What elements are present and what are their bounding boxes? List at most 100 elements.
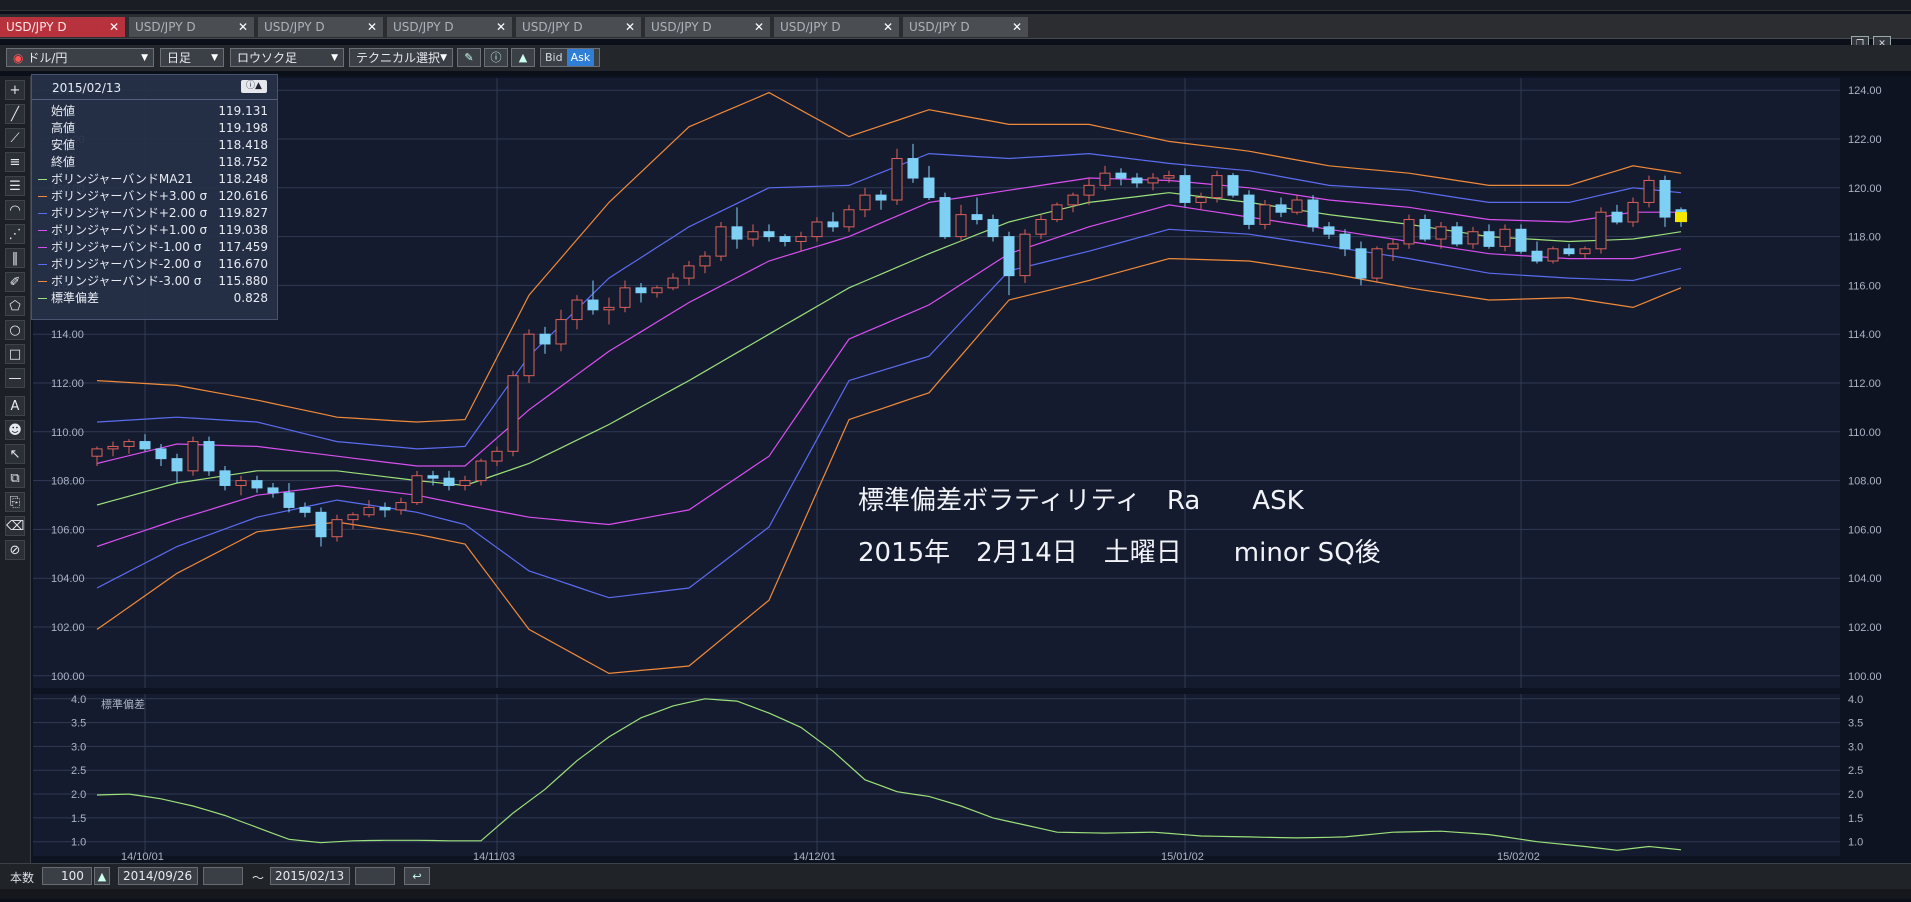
close-tab-icon[interactable]: ✕ [496,17,506,37]
arc-icon[interactable]: ◠ [5,200,25,220]
pencil-icon[interactable]: ✐ [5,272,25,292]
bid-ask-toggle[interactable]: Bid Ask [540,48,600,67]
chart-type-select[interactable]: ロウソク足 ▼ [230,48,344,67]
candle-body [1035,219,1047,235]
candle-body [1435,226,1447,240]
candle-body [1259,204,1271,225]
rectangle-icon[interactable]: □ [5,344,25,364]
chart-tab[interactable]: USD/JPY D ✕ [258,17,384,37]
return-icon[interactable]: ↩ [404,867,430,885]
data-window-date: 2015/02/13 [52,81,122,95]
chart-type-label: ロウソク足 [237,51,298,65]
info-toggle-icon[interactable]: ⓘ▲ [241,80,267,93]
candle-body [827,221,839,228]
chart-tab[interactable]: USD/JPY D ✕ [774,17,900,37]
chart-tab[interactable]: USD/JPY D ✕ [129,17,255,37]
fan-icon[interactable]: ⋰ [5,224,25,244]
data-window-row-value: 119.038 [218,223,268,237]
stddev-tick-label-left: 2.5 [71,765,86,777]
price-tick-label-left: 110.00 [51,427,84,439]
candle-body [1627,201,1639,223]
chart-tab[interactable]: USD/JPY D ✕ [516,17,642,37]
candle-body [811,221,823,238]
data-window-row-value: 119.198 [218,121,268,135]
series-swatch [38,230,47,231]
trendline-icon[interactable]: ╱ [5,104,25,124]
candle-body [1275,204,1287,213]
price-tick-label: 118.00 [1848,232,1881,244]
current-price-marker [1675,212,1687,223]
candle-body [315,511,327,538]
close-tab-icon[interactable]: ✕ [1012,17,1022,37]
candle-body [539,333,551,345]
candle-body [91,448,103,457]
candle-body [347,514,359,521]
timeframe-select[interactable]: 日足 ▼ [160,48,224,67]
bid-button[interactable]: Bid [541,49,567,66]
paste-icon[interactable]: ⎘ [5,492,25,512]
candle-body [891,158,903,201]
cursor-icon[interactable]: ↖ [5,444,25,464]
currency-pair-select[interactable]: ◉ ドル/円 ▼ [6,48,154,67]
status-strip [0,889,1911,899]
close-tab-icon[interactable]: ✕ [367,17,377,37]
pen-icon[interactable]: ✎ [457,48,481,67]
candle-body [1531,250,1543,262]
candle-body [795,236,807,242]
data-window-row-label: ボリンジャーバンド+3.00 σ [51,189,208,203]
circle-icon[interactable]: ○ [5,320,25,340]
close-tab-icon[interactable]: ✕ [109,17,119,37]
eraser-all-icon[interactable]: ⊘ [5,540,25,560]
chart-tab[interactable]: USD/JPY D ✕ [0,17,126,37]
stddev-tick-label-left: 3.5 [71,718,86,730]
stamp-icon[interactable]: ☻ [5,420,25,440]
from-date-input[interactable]: 2014/09/26 [118,867,198,885]
chart-tab[interactable]: USD/JPY D ✕ [903,17,1029,37]
copy-icon[interactable]: ⧉ [5,468,25,488]
candle-body [251,480,263,489]
chart-tab[interactable]: USD/JPY D ✕ [387,17,513,37]
price-tick-label: 114.00 [1848,329,1881,341]
price-tick-label: 124.00 [1848,85,1882,97]
series-swatch [38,264,47,265]
chart-tab-label: USD/JPY D [264,20,325,34]
close-tab-icon[interactable]: ✕ [883,17,893,37]
candle-body [859,194,871,211]
candle-body [715,226,727,257]
data-window-row-value: 118.418 [218,138,268,152]
ray-icon[interactable]: ⟋ [5,128,25,148]
chart-tab[interactable]: USD/JPY D ✕ [645,17,771,37]
candle-body [1323,226,1335,235]
line-icon[interactable]: — [5,368,25,388]
data-window-row: ボリンジャーバンド+1.00 σ 119.038 [38,222,268,239]
data-window-row-label: ボリンジャーバンドMA21 [51,172,193,186]
chart-tab-bar: USD/JPY D ✕ USD/JPY D ✕ USD/JPY D ✕ USD/JPY D ✕… [0,14,1911,52]
candle-body [1099,172,1111,186]
crosshair-icon[interactable]: + [5,80,25,100]
close-tab-icon[interactable]: ✕ [625,17,635,37]
ask-button[interactable]: Ask [566,49,595,66]
candle-body [1243,194,1255,225]
to-date-input[interactable]: 2015/02/13 [270,867,350,885]
data-window-row-label: ボリンジャーバンド-2.00 σ [51,257,202,271]
pentagon-icon[interactable]: ⬠ [5,296,25,316]
candle-body [1611,211,1623,223]
close-tab-icon[interactable]: ✕ [238,17,248,37]
to-date-value: 2015/02/13 [275,869,345,883]
candle-body [683,265,695,279]
count-input[interactable]: 100 ▼ [42,867,92,899]
channel-icon[interactable]: ☰ [5,176,25,196]
vertical-lines-icon[interactable]: ‖ [5,248,25,268]
chart-area[interactable]: 124.00124.00122.00122.00120.00120.00118.… [31,76,1911,863]
eraser-icon[interactable]: ⌫ [5,516,25,536]
close-tab-icon[interactable]: ✕ [754,17,764,37]
text-icon[interactable]: A [5,396,25,416]
info-icon[interactable]: ⓘ [484,48,508,67]
series-swatch [38,111,47,112]
from-time-input[interactable] [203,867,243,885]
technical-select[interactable]: テクニカル選択 ▼ [349,48,453,67]
area-chart-icon[interactable]: ▲ [511,48,535,67]
to-time-input[interactable] [355,867,395,885]
chevron-up-icon[interactable]: ▲ [94,867,110,885]
horizontal-lines-icon[interactable]: ≡ [5,152,25,172]
